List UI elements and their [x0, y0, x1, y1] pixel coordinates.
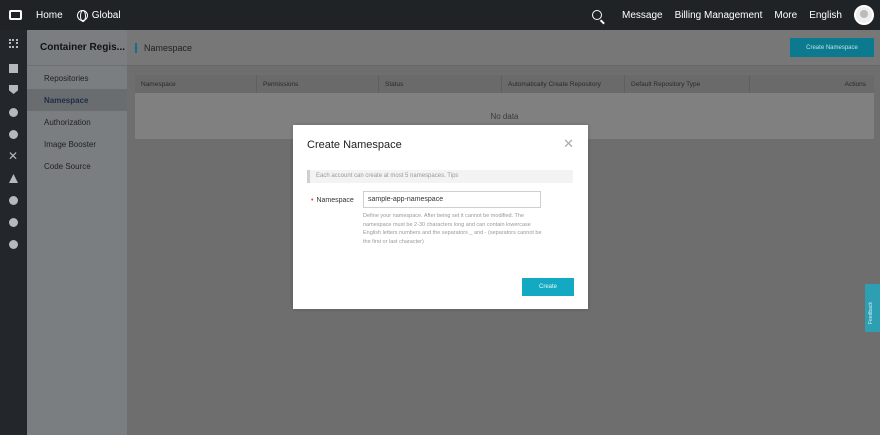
product-icon-rail: ✕ — [0, 30, 27, 435]
create-button[interactable]: Create — [522, 278, 574, 296]
close-icon[interactable]: ✕ — [563, 137, 574, 150]
shield-icon[interactable] — [9, 85, 18, 94]
gear-icon[interactable] — [9, 240, 18, 249]
namespace-input[interactable] — [363, 191, 541, 208]
top-bar: Home Global Message Billing Management M… — [0, 0, 880, 30]
page-title: Namespace — [135, 43, 192, 53]
column-header[interactable]: Permissions — [257, 75, 379, 93]
required-marker: • — [311, 197, 314, 204]
column-header[interactable]: Actions — [750, 75, 874, 93]
create-namespace-dialog: Create Namespace ✕ Each account can crea… — [293, 125, 588, 309]
column-header[interactable]: Status — [379, 75, 502, 93]
table-header: Namespace Permissions Status Automatical… — [135, 75, 874, 93]
grid-icon[interactable] — [9, 39, 18, 48]
namespace-label-text: Namespace — [316, 197, 354, 204]
sidebar-item-repositories[interactable]: Repositories — [27, 67, 127, 89]
sidebar-item-image-booster[interactable]: Image Booster — [27, 133, 127, 155]
message-link[interactable]: Message — [622, 10, 663, 21]
cloud-icon[interactable] — [9, 130, 18, 139]
page-header: Namespace Create Namespace — [127, 30, 880, 66]
billing-link[interactable]: Billing Management — [675, 10, 763, 21]
x-icon[interactable]: ✕ — [8, 150, 18, 162]
search-icon[interactable] — [591, 10, 602, 20]
more-link[interactable]: More — [774, 10, 797, 21]
namespace-field-label: • Namespace — [311, 197, 354, 204]
sidebar-item-namespace[interactable]: Namespace — [27, 89, 127, 111]
dialog-tip: Each account can create at most 5 namesp… — [307, 170, 573, 183]
mask-icon[interactable] — [9, 218, 18, 227]
nodes-icon[interactable] — [9, 174, 18, 183]
sidebar: Container Regis... Repositories Namespac… — [27, 30, 127, 435]
globe-icon[interactable] — [9, 196, 18, 205]
sidebar-title: Container Regis... — [27, 30, 127, 66]
sidebar-item-authorization[interactable]: Authorization — [27, 111, 127, 133]
top-right-menu: Message Billing Management More English — [591, 5, 880, 25]
column-header[interactable]: Automatically Create Repository — [502, 75, 625, 93]
column-header[interactable]: Default Repository Type — [625, 75, 750, 93]
sidebar-item-code-source[interactable]: Code Source — [27, 155, 127, 177]
empty-state-text: No data — [490, 112, 519, 121]
create-namespace-button[interactable]: Create Namespace — [790, 38, 874, 57]
avatar[interactable] — [854, 5, 874, 25]
namespace-help-text: Define your namespace. After being set i… — [363, 213, 542, 245]
home-link[interactable]: Home — [36, 10, 63, 21]
language-selector[interactable]: English — [809, 10, 842, 21]
feedback-label: Feedback — [868, 302, 874, 324]
block-icon[interactable] — [9, 64, 18, 73]
console-logo-icon[interactable] — [0, 0, 30, 30]
dialog-title: Create Namespace — [307, 139, 402, 151]
column-header[interactable]: Namespace — [135, 75, 257, 93]
feedback-tab[interactable]: Feedback — [865, 284, 880, 332]
globe-icon — [76, 9, 88, 22]
region-selector[interactable]: Global — [92, 10, 121, 21]
cloud-icon[interactable] — [9, 108, 18, 117]
